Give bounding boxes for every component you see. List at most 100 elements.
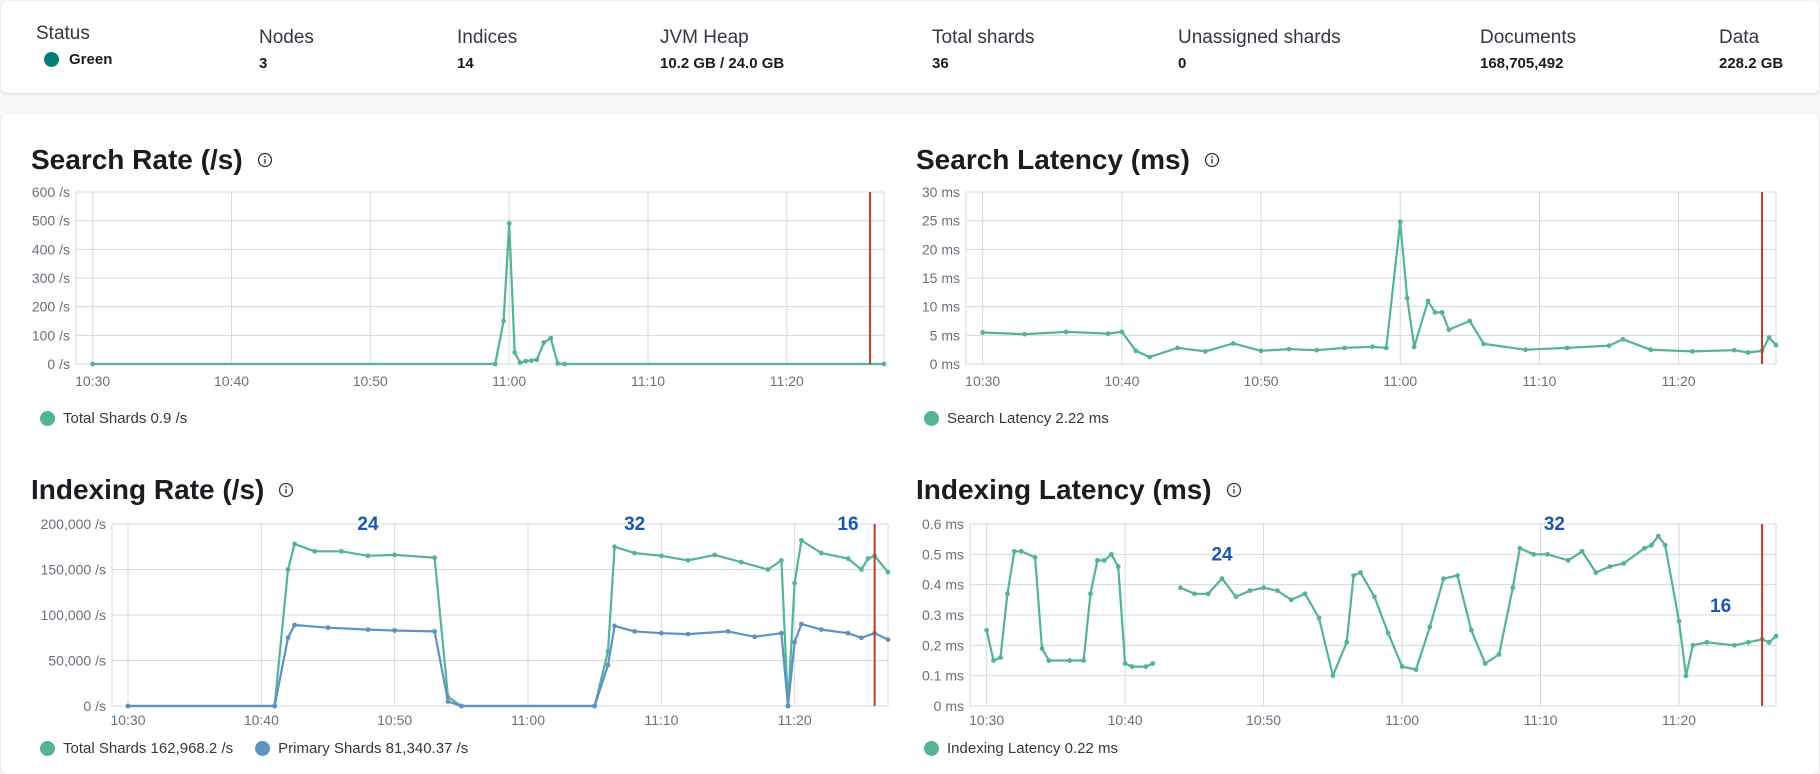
- data-point: [90, 361, 96, 367]
- data-point: [392, 552, 397, 558]
- data-point: [1372, 594, 1377, 600]
- indexing-rate-plot[interactable]: 0 /s 50,000 /s 100,000 /s 150,000 /s 200,000…: [0, 510, 910, 728]
- data-point: [1397, 219, 1403, 225]
- x-tick-label: 11:00: [511, 712, 545, 728]
- search-rate-title: Search Rate (/s): [31, 144, 243, 175]
- x-tick-label: 11:20: [778, 712, 812, 728]
- data-point: [1468, 627, 1474, 633]
- data-point: [1063, 329, 1069, 335]
- stat-jvm-heap-title: JVM Heap: [660, 27, 749, 48]
- info-icon[interactable]: [1204, 152, 1220, 168]
- data-point: [881, 361, 887, 367]
- shard-count-annotation: 24: [1211, 544, 1233, 565]
- stat-nodes: Nodes 3: [259, 27, 314, 72]
- shard-count-annotation: 16: [837, 514, 858, 535]
- data-point: [1732, 642, 1737, 648]
- data-point: [659, 553, 664, 559]
- indexing-latency-chart: Indexing Latency (ms): [916, 472, 1242, 508]
- data-point: [1302, 591, 1308, 597]
- indexing-rate-legend: Total Shards 162,968.2 /s Primary Shards…: [40, 740, 468, 757]
- data-point: [125, 703, 131, 709]
- stat-total-shards-value: 36: [932, 55, 949, 72]
- data-point: [1517, 545, 1523, 551]
- data-point: [1258, 348, 1264, 354]
- shard-count-annotation: 16: [1710, 596, 1731, 617]
- data-point: [517, 360, 523, 365]
- data-point: [1510, 585, 1516, 591]
- legend-item[interactable]: Primary Shards 81,340.37 /s: [255, 740, 468, 757]
- legend-item[interactable]: Indexing Latency 0.22 ms: [924, 740, 1118, 757]
- data-point: [1314, 347, 1320, 353]
- data-point: [1018, 548, 1024, 554]
- data-point: [612, 544, 617, 550]
- x-tick-label: 10:50: [1246, 712, 1281, 728]
- data-point: [1766, 639, 1772, 645]
- info-icon[interactable]: [278, 482, 294, 498]
- shard-count-annotation: 24: [357, 514, 379, 535]
- data-point: [998, 655, 1003, 660]
- data-point: [991, 658, 996, 663]
- search-latency-plot[interactable]: 0 ms 5 ms 10 ms 15 ms 20 ms 25 ms 30 ms 10:30 10…: [910, 180, 1820, 395]
- data-point: [1649, 542, 1654, 548]
- y-tick-label: 10 ms: [922, 299, 960, 315]
- data-point: [555, 361, 561, 366]
- y-tick-label: 100,000 /s: [41, 607, 106, 623]
- data-point: [1039, 646, 1045, 651]
- info-icon[interactable]: [257, 152, 273, 168]
- data-point: [432, 555, 437, 561]
- legend-item[interactable]: Total Shards 0.9 /s: [40, 410, 187, 427]
- data-point: [1175, 345, 1180, 351]
- series-line: [128, 623, 889, 708]
- data-point: [1108, 551, 1114, 557]
- stat-indices: Indices 14: [457, 27, 517, 72]
- stat-status-value: Green: [69, 51, 113, 68]
- data-point: [1286, 346, 1292, 352]
- stat-unassigned-shards-title: Unassigned shards: [1178, 27, 1341, 48]
- data-point: [1192, 591, 1197, 597]
- data-point: [562, 361, 568, 367]
- stat-documents-value: 168,705,492: [1480, 55, 1564, 72]
- data-point: [792, 580, 797, 586]
- data-point: [1773, 633, 1779, 639]
- y-tick-label: 25 ms: [922, 213, 960, 229]
- data-point: [1275, 588, 1280, 594]
- data-point: [712, 552, 717, 558]
- search-rate-plot[interactable]: 0 /s 100 /s 200 /s 300 /s 400 /s 500 /s 600 /s…: [0, 180, 910, 395]
- data-point: [1316, 615, 1322, 621]
- indexing-latency-plot[interactable]: 0 ms 0.1 ms 0.2 ms 0.3 ms 0.4 ms 0.5 ms 0.6 ms…: [910, 510, 1820, 728]
- data-point: [1129, 664, 1135, 669]
- info-icon[interactable]: [1226, 482, 1242, 498]
- data-point: [1606, 343, 1612, 349]
- data-point: [1230, 341, 1236, 346]
- stat-data: Data 228.2 GB: [1719, 27, 1783, 72]
- stat-jvm-heap-value: 10.2 GB / 24.0 GB: [660, 55, 785, 72]
- legend-dot-icon: [255, 741, 271, 756]
- search-latency-chart: Search Latency (ms): [916, 142, 1220, 178]
- legend-item[interactable]: Search Latency 2.22 ms: [924, 410, 1109, 427]
- data-point: [819, 627, 824, 632]
- x-tick-label: 11:10: [1524, 712, 1558, 728]
- data-point: [1411, 344, 1417, 350]
- data-point: [1022, 331, 1027, 337]
- x-tick-label: 10:50: [353, 373, 388, 389]
- stat-jvm-heap: JVM Heap 10.2 GB / 24.0 GB: [660, 27, 784, 72]
- stat-data-value: 228.2 GB: [1719, 55, 1784, 72]
- stat-documents-title: Documents: [1480, 27, 1577, 48]
- indexing-latency-legend: Indexing Latency 0.22 ms: [924, 740, 1118, 757]
- data-point: [1046, 658, 1052, 663]
- data-point: [792, 639, 797, 645]
- data-point: [1662, 542, 1668, 548]
- legend-dot-icon: [40, 411, 55, 426]
- data-point: [1766, 335, 1772, 340]
- stat-status: Status Green: [36, 23, 112, 68]
- data-point: [1446, 327, 1452, 332]
- data-point: [1344, 639, 1350, 645]
- data-point: [1482, 661, 1488, 666]
- legend-item[interactable]: Total Shards 162,968.2 /s: [40, 740, 233, 757]
- data-point: [659, 630, 664, 636]
- data-point: [392, 628, 397, 633]
- data-point: [1481, 341, 1487, 347]
- y-tick-label: 600 /s: [32, 184, 70, 200]
- series-line: [985, 550, 1154, 668]
- data-point: [445, 699, 451, 704]
